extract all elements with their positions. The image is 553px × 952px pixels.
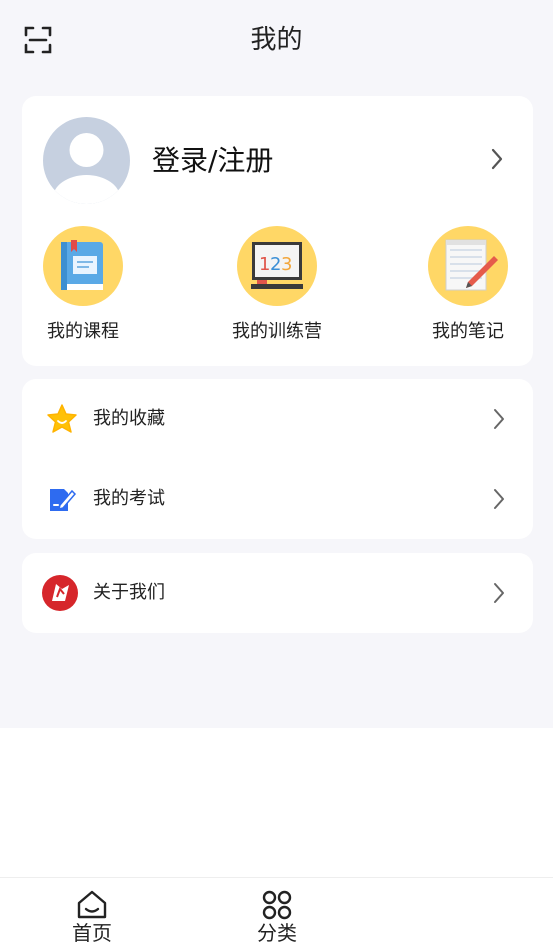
menu-item-label: 关于我们 (93, 582, 165, 603)
svg-text:3: 3 (281, 254, 292, 275)
star-icon (46, 403, 78, 435)
shortcut-label: 我的笔记 (432, 321, 504, 342)
svg-text:1: 1 (259, 254, 270, 275)
category-grid-icon (261, 890, 293, 920)
profile-card: 登录/注册 我的课程 1 2 3 我的训练营 我的笔记 (22, 96, 533, 366)
menu-item-label: 我的收藏 (93, 408, 165, 429)
menu-item-about-us[interactable]: 关于我们 (22, 553, 533, 633)
brand-logo-icon (42, 575, 78, 611)
menu-item-exams[interactable]: 我的考试 (22, 459, 533, 539)
bottom-tab-bar: 首页 分类 (0, 877, 553, 952)
shortcut-label: 我的课程 (47, 321, 119, 342)
shortcut-my-courses[interactable]: 我的课程 (18, 226, 148, 346)
menu-item-label: 我的考试 (93, 488, 165, 509)
shortcut-my-notes[interactable]: 我的笔记 (403, 226, 533, 346)
top-header: 我的 (0, 0, 553, 84)
default-avatar-icon[interactable] (43, 117, 130, 204)
chevron-right-icon[interactable] (490, 148, 504, 170)
shortcut-label: 我的训练营 (232, 321, 322, 342)
tab-label: 分类 (257, 921, 297, 945)
menu-card: 我的收藏 我的考试 (22, 379, 533, 539)
notepad-pencil-icon (428, 226, 508, 306)
blackboard-123-icon: 1 2 3 (237, 226, 317, 306)
svg-text:2: 2 (270, 254, 281, 275)
shortcut-my-bootcamp[interactable]: 1 2 3 我的训练营 (212, 226, 342, 346)
chevron-right-icon (492, 582, 506, 604)
chevron-right-icon (492, 408, 506, 430)
login-register-link[interactable]: 登录/注册 (152, 142, 273, 180)
chevron-right-icon (492, 488, 506, 510)
exam-edit-icon (46, 483, 78, 515)
tab-category[interactable]: 分类 (217, 878, 337, 952)
tab-home[interactable]: 首页 (32, 878, 152, 952)
about-card: 关于我们 (22, 553, 533, 633)
tab-label: 首页 (72, 921, 112, 945)
menu-item-favorites[interactable]: 我的收藏 (22, 379, 533, 459)
book-icon (43, 226, 123, 306)
home-icon (76, 890, 108, 920)
page-title: 我的 (250, 25, 303, 55)
